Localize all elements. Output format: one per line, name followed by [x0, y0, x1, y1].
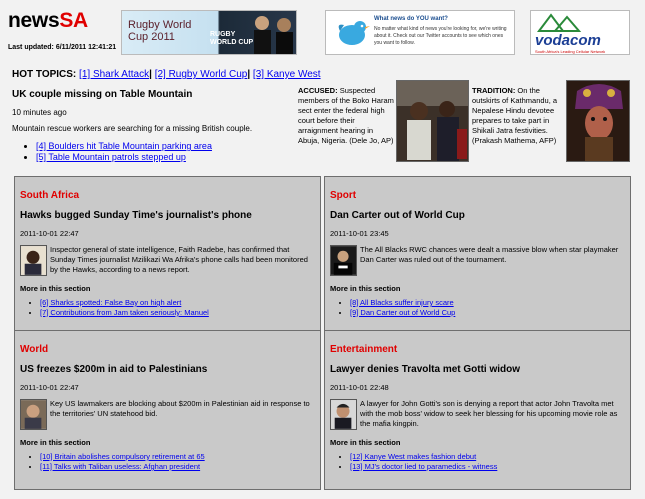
- panel-story-title[interactable]: US freezes $200m in aid to Palestinians: [20, 364, 207, 375]
- story-thumbnail[interactable]: [20, 245, 47, 276]
- logo-news: news: [8, 9, 60, 32]
- hindu-devotee-photo[interactable]: [566, 80, 630, 162]
- lead-story-time: 10 minutes ago: [12, 108, 67, 117]
- list-item: [7] Contributions from Jam taken serious…: [40, 308, 209, 318]
- related-link[interactable]: [5] Table Mountain patrols stepped up: [36, 152, 186, 162]
- caption-label: TRADITION:: [472, 86, 516, 95]
- list-item: [9] Dan Carter out of World Cup: [350, 308, 455, 318]
- list-item: [13] MJ's doctor lied to paramedics - wi…: [350, 462, 497, 472]
- hot-topics-label: HOT TOPICS:: [12, 69, 77, 80]
- panel-story-title[interactable]: Dan Carter out of World Cup: [330, 210, 465, 221]
- boko-haram-photo[interactable]: [396, 80, 469, 162]
- list-item: [4] Boulders hit Table Mountain parking …: [36, 141, 212, 152]
- section-panel-world: World US freezes $200m in aid to Palesti…: [14, 330, 321, 490]
- list-item: [11] Talks with Taliban useless: Afghan …: [40, 462, 205, 472]
- section-links: [10] Britain abolishes compulsory retire…: [28, 452, 205, 472]
- section-panel-sport: Sport Dan Carter out of World Cup 2011-1…: [324, 176, 631, 336]
- list-item: [6] Sharks spotted: False Bay on high al…: [40, 298, 209, 308]
- more-in-section-label: More in this section: [20, 438, 91, 447]
- lead-story-links: [4] Boulders hit Table Mountain parking …: [24, 141, 212, 163]
- list-item: [12] Kanye West makes fashion debut: [350, 452, 497, 462]
- panel-story-title[interactable]: Lawyer denies Travolta met Gotti widow: [330, 364, 520, 375]
- vodacom-logo-icon: [537, 13, 582, 32]
- vodacom-slogan: South Africa's Leading Cellular Network: [535, 49, 606, 54]
- accused-caption: ACCUSED: Suspected members of the Boko H…: [298, 86, 394, 146]
- section-title[interactable]: World: [20, 344, 48, 355]
- panel-story-summary: A lawyer for John Gotti's son is denying…: [360, 399, 618, 428]
- list-item: [10] Britain abolishes compulsory retire…: [40, 452, 205, 462]
- section-panel-south-africa: South Africa Hawks bugged Sunday Time's …: [14, 176, 321, 336]
- twitter-ad-heading: What news do YOU want?: [374, 16, 448, 22]
- twitter-bird-icon: [338, 21, 370, 45]
- separator: |: [247, 69, 251, 80]
- section-links: [12] Kanye West makes fashion debut [13]…: [338, 452, 497, 472]
- twitter-ad[interactable]: What news do YOU want? No matter what ki…: [325, 10, 515, 55]
- section-link[interactable]: [9] Dan Carter out of World Cup: [350, 308, 455, 317]
- section-title[interactable]: Sport: [330, 190, 356, 201]
- panel-story-summary: Inspector general of state intelligence,…: [50, 245, 308, 274]
- more-in-section-label: More in this section: [330, 438, 401, 447]
- separator: |: [149, 69, 152, 80]
- section-link[interactable]: [6] Sharks spotted: False Bay on high al…: [40, 298, 181, 307]
- section-link[interactable]: [13] MJ's doctor lied to paramedics - wi…: [350, 462, 497, 471]
- section-link[interactable]: [8] All Blacks suffer injury scare: [350, 298, 454, 307]
- logo-sa: SA: [59, 9, 88, 32]
- panel-story-date: 2011-10-01 23:45: [330, 229, 389, 238]
- hot-topic-link[interactable]: [1] Shark Attack: [79, 69, 149, 80]
- section-title[interactable]: Entertainment: [330, 344, 397, 355]
- section-link[interactable]: [12] Kanye West makes fashion debut: [350, 452, 476, 461]
- section-link[interactable]: [10] Britain abolishes compulsory retire…: [40, 452, 205, 461]
- section-link[interactable]: [7] Contributions from Jam taken serious…: [40, 308, 209, 317]
- panel-story-date: 2011-10-01 22:48: [330, 383, 389, 392]
- panel-story-title[interactable]: Hawks bugged Sunday Time's journalist's …: [20, 210, 252, 221]
- panel-story-date: 2011-10-01 22:47: [20, 229, 79, 238]
- lead-story-summary: Mountain rescue workers are searching fo…: [12, 124, 253, 133]
- list-item: [5] Table Mountain patrols stepped up: [36, 152, 212, 163]
- story-thumbnail[interactable]: [330, 399, 357, 430]
- hot-topics: HOT TOPICS: [1] Shark Attack| [2] Rugby …: [12, 69, 321, 80]
- section-link[interactable]: [11] Talks with Taliban useless: Afghan …: [40, 462, 200, 471]
- tradition-caption: TRADITION: On the outskirts of Kathmandu…: [472, 86, 564, 146]
- last-updated: Last updated: 6/11/2011 12:41:21: [8, 44, 117, 51]
- panel-story-date: 2011-10-01 22:47: [20, 383, 79, 392]
- panel-story-summary: Key US lawmakers are blocking about $200…: [50, 399, 310, 418]
- story-thumbnail[interactable]: [330, 245, 357, 276]
- vodacom-ad[interactable]: vodacom South Africa's Leading Cellular …: [530, 10, 630, 55]
- site-logo[interactable]: newsSA: [8, 9, 88, 33]
- list-item: [8] All Blacks suffer injury scare: [350, 298, 455, 308]
- more-in-section-label: More in this section: [330, 284, 401, 293]
- section-links: [8] All Blacks suffer injury scare [9] D…: [338, 298, 455, 318]
- rugby-ad-title: Rugby World Cup 2011: [128, 19, 192, 43]
- more-in-section-label: More in this section: [20, 284, 91, 293]
- hot-topic-link[interactable]: [3] Kanye West: [253, 69, 321, 80]
- lead-story-title[interactable]: UK couple missing on Table Mountain: [12, 89, 192, 100]
- hot-topic-link[interactable]: [2] Rugby World Cup: [155, 69, 248, 80]
- vodacom-wordmark: vodacom: [535, 32, 601, 49]
- twitter-ad-body: No matter what kind of news you're looki…: [374, 26, 507, 46]
- section-title[interactable]: South Africa: [20, 190, 79, 201]
- story-thumbnail[interactable]: [20, 399, 47, 430]
- related-link[interactable]: [4] Boulders hit Table Mountain parking …: [36, 141, 212, 151]
- rugby-world-cup-ad[interactable]: Rugby World Cup 2011 RUGBY WORLD CUP 2011: [121, 10, 297, 55]
- section-links: [6] Sharks spotted: False Bay on high al…: [28, 298, 209, 318]
- players-image: [254, 16, 293, 54]
- panel-story-summary: The All Blacks RWC chances were dealt a …: [360, 245, 619, 264]
- section-panel-entertainment: Entertainment Lawyer denies Travolta met…: [324, 330, 631, 490]
- caption-label: ACCUSED:: [298, 86, 338, 95]
